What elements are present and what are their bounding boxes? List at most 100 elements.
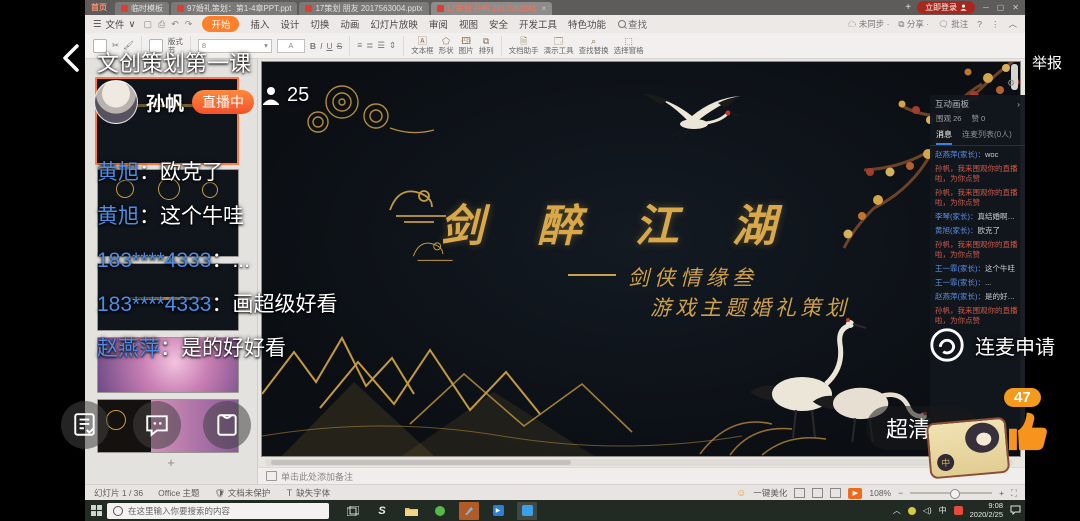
reading-view-icon[interactable] xyxy=(830,488,841,498)
bold-button[interactable]: B xyxy=(310,41,316,51)
file-explorer-icon[interactable] xyxy=(401,502,421,520)
menu-item[interactable]: 开始 xyxy=(202,16,239,32)
live-chat-list[interactable]: 黄旭：欧克了黄旭：这个牛哇183****4333：...183****4333：… xyxy=(97,160,457,380)
notes-area[interactable]: 单击此处添加备注 xyxy=(258,467,1025,484)
menu-item[interactable]: 特色功能 xyxy=(568,17,606,31)
menu-item[interactable]: 插入 xyxy=(250,17,269,31)
line-spacing-icon[interactable]: ⇕ xyxy=(389,40,396,51)
doc-assistant-button[interactable]: 文档助手 xyxy=(509,46,539,55)
login-button[interactable]: 立即登录 xyxy=(917,1,975,14)
textbox-button[interactable]: 文本框 xyxy=(411,46,434,55)
comment-button[interactable]: 🗨 批注 xyxy=(938,18,968,30)
homework-button[interactable] xyxy=(61,401,109,449)
shape-button[interactable]: 形状 xyxy=(439,46,454,55)
align-center-icon[interactable]: ≣ xyxy=(366,40,373,51)
report-button[interactable]: 举报 xyxy=(1032,52,1062,73)
gear-icon[interactable]: ⚙ xyxy=(1007,78,1015,89)
fit-slide-icon[interactable]: ⛶ xyxy=(1011,488,1017,499)
taskbar-clock[interactable]: 9:08 2020/2/25 xyxy=(970,502,1003,519)
protection-status[interactable]: 🛡 文档未保护 xyxy=(215,487,271,499)
more-icon[interactable]: ⋮ xyxy=(991,19,1000,30)
save-icon[interactable]: ▢ xyxy=(144,19,153,30)
missing-font-status[interactable]: Ｔ 缺失字体 xyxy=(285,487,330,499)
panel-message-list[interactable]: 赵燕萍(家长)：woc孙帆，我来围观你的直播啦，为你点赞孙帆，我来围观你的直播啦… xyxy=(930,150,1025,326)
picture-button[interactable]: 图片 xyxy=(459,46,474,55)
sorter-view-icon[interactable] xyxy=(812,488,823,498)
help-icon[interactable]: ? xyxy=(977,19,982,29)
cloud-sync-status[interactable]: ☁ 未同步 · xyxy=(848,18,890,30)
chat-app-icon[interactable] xyxy=(517,502,537,520)
chat-text: ：欧克了 xyxy=(139,161,223,184)
arrange-button[interactable]: 排列 xyxy=(479,46,494,55)
chat-message: 赵燕萍：是的好好看 xyxy=(97,336,457,362)
theme-name[interactable]: Office 主题 xyxy=(158,487,199,499)
streamer-card[interactable]: 孙帆 直播中 xyxy=(94,80,254,124)
document-tab[interactable]: 临时模板 xyxy=(115,2,169,15)
document-tab[interactable]: 97婚礼策划：第1-4章PPT.ppt xyxy=(171,2,297,15)
bullets-icon[interactable]: ☰ xyxy=(377,40,385,51)
wps-home-tab[interactable]: 首页 xyxy=(91,2,107,13)
normal-view-icon[interactable] xyxy=(794,488,805,498)
close-tab-icon[interactable]: × xyxy=(542,4,547,13)
find-replace-button[interactable]: 查找替换 xyxy=(579,46,609,55)
tray-icon-yellow[interactable] xyxy=(908,507,916,515)
menu-item[interactable]: 开发工具 xyxy=(519,17,557,31)
zoom-in-icon[interactable]: + xyxy=(999,488,1004,498)
new-tab-button[interactable]: + xyxy=(905,2,911,13)
find-menu[interactable]: 查找 xyxy=(618,17,647,31)
horizontal-scrollbar[interactable] xyxy=(265,459,1013,466)
video-app-icon[interactable]: ▶ xyxy=(488,502,508,520)
notification-center-icon[interactable] xyxy=(1010,505,1021,517)
menu-item[interactable]: 审阅 xyxy=(429,17,448,31)
share-button[interactable]: ⧉ 分享 · xyxy=(898,18,929,30)
collapse-ribbon-icon[interactable]: ︿ xyxy=(1008,18,1017,30)
materials-button[interactable] xyxy=(203,401,251,449)
document-tab[interactable]: 17策划 孙帆 2017563041× xyxy=(431,2,553,15)
document-tab[interactable]: 17策划 朋友 2017563004.pptx xyxy=(299,2,428,15)
app-icon-s[interactable]: S xyxy=(372,502,392,520)
app-icon-green[interactable] xyxy=(430,502,450,520)
volume-icon[interactable]: ◁) xyxy=(923,506,932,515)
undo-icon[interactable]: ↶ xyxy=(171,19,179,30)
hidden-icons-chevron[interactable]: ︿ xyxy=(893,505,901,516)
ime-indicator[interactable]: 中 xyxy=(939,505,947,516)
minimize-button[interactable]: ─ xyxy=(983,3,989,12)
menu-item[interactable]: 幻灯片放映 xyxy=(370,17,418,31)
start-button[interactable] xyxy=(85,505,107,516)
taskbar-search-input[interactable]: 在这里输入你要搜索的内容 xyxy=(107,503,329,519)
redo-icon[interactable]: ↷ xyxy=(185,19,193,30)
menu-item[interactable]: 设计 xyxy=(280,17,299,31)
beautify-button[interactable]: 一键美化 xyxy=(753,487,787,499)
streamer-avatar[interactable] xyxy=(94,80,138,124)
menu-item[interactable]: 切换 xyxy=(310,17,329,31)
italic-button[interactable]: I xyxy=(320,41,322,51)
align-left-icon[interactable]: ≡ xyxy=(357,40,362,51)
layout-label[interactable]: 版式 xyxy=(168,37,183,46)
font-size-select[interactable]: A xyxy=(277,39,305,53)
menu-item[interactable]: 安全 xyxy=(489,17,508,31)
back-button[interactable] xyxy=(58,42,84,79)
maximize-button[interactable]: ▢ xyxy=(997,3,1005,12)
tab-mic-list[interactable]: 连麦列表(0人) xyxy=(962,129,1012,145)
slideshow-button[interactable]: ▶ xyxy=(848,488,862,499)
panel-collapse-icon[interactable]: › xyxy=(1017,99,1020,109)
file-menu[interactable]: ☰ 文件 ∨ xyxy=(93,17,136,31)
present-tools-button[interactable]: 演示工具 xyxy=(544,46,574,55)
tab-messages[interactable]: 消息 xyxy=(936,129,952,145)
zoom-slider[interactable] xyxy=(910,492,992,494)
zoom-out-icon[interactable]: − xyxy=(898,488,903,498)
strike-button[interactable]: S xyxy=(337,41,343,51)
tray-icon-red[interactable] xyxy=(954,506,963,515)
menu-item[interactable]: 视图 xyxy=(459,17,478,31)
mic-request-button[interactable]: 连麦申请 xyxy=(928,326,1055,364)
print-icon[interactable]: ⎙ xyxy=(158,19,165,30)
close-button[interactable]: ✕ xyxy=(1012,3,1019,12)
underline-button[interactable]: U xyxy=(326,41,332,51)
task-view-icon[interactable] xyxy=(343,502,363,520)
active-app-icon[interactable] xyxy=(459,502,479,520)
chat-toggle-button[interactable] xyxy=(133,401,181,449)
menu-item[interactable]: 动画 xyxy=(340,17,359,31)
add-slide-button[interactable]: + xyxy=(85,455,257,470)
viewer-count[interactable]: 25 xyxy=(262,84,309,107)
selection-pane-button[interactable]: 选择窗格 xyxy=(614,46,644,55)
